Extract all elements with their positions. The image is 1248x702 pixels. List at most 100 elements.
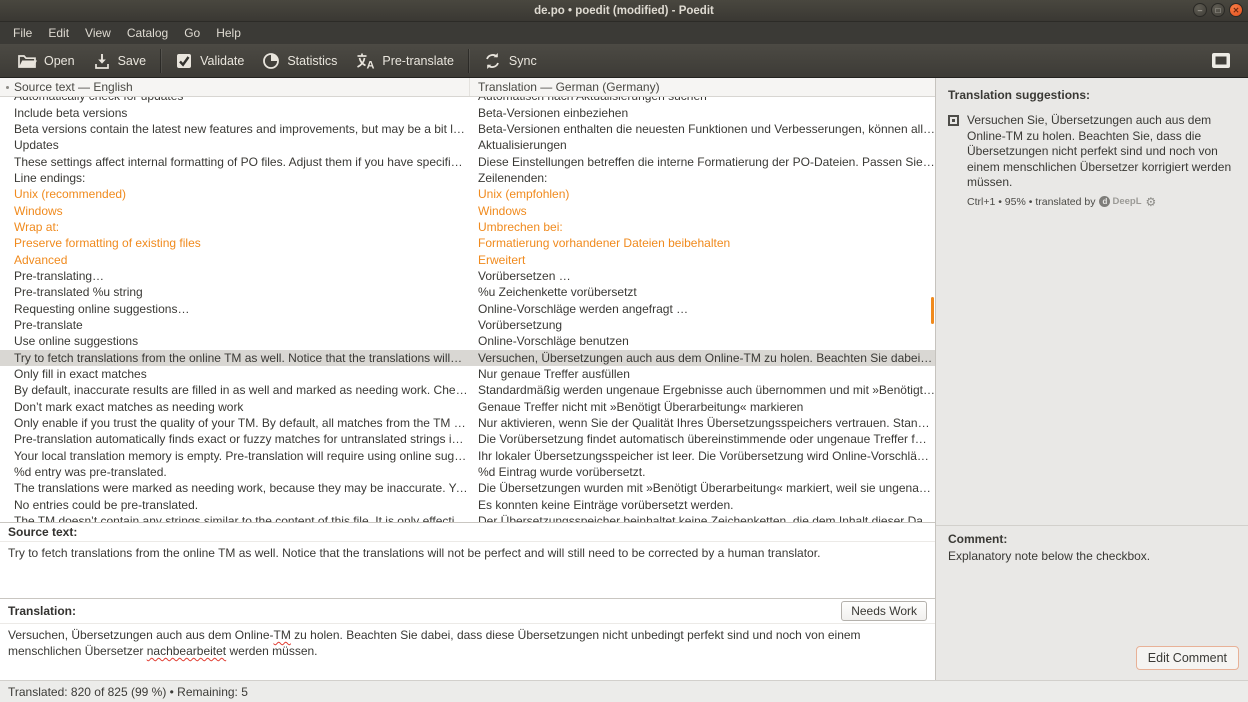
source-cell: Preserve formatting of existing files [0,236,470,250]
source-cell: Windows [0,204,470,218]
suggestions-title: Translation suggestions: [948,88,1239,102]
table-row[interactable]: These settings affect internal formattin… [0,153,935,169]
sync-button[interactable]: Sync [474,47,546,75]
validate-button[interactable]: Validate [166,47,253,75]
source-cell: %d entry was pre-translated. [0,465,470,479]
needs-work-button[interactable]: Needs Work [841,601,927,621]
toolbar-separator [468,49,469,73]
maximize-button[interactable]: □ [1211,3,1225,17]
pre-translate-label: Pre-translate [382,54,454,68]
table-row[interactable]: Don’t mark exact matches as needing work… [0,399,935,415]
statistics-button[interactable]: Statistics [253,47,346,75]
translation-cell: Automatisch nach Aktualisierungen suchen [470,97,935,103]
translation-cell: Windows [470,204,935,218]
string-list[interactable]: Automatically check for updatesAutomatis… [0,97,935,522]
menu-item-catalog[interactable]: Catalog [119,23,176,43]
menu-item-view[interactable]: View [77,23,119,43]
translation-cell: Standardmäßig werden ungenaue Ergebnisse… [470,383,935,397]
translation-cell: Online-Vorschläge werden angefragt … [470,302,935,316]
table-row[interactable]: %d entry was pre-translated.%d Eintrag w… [0,464,935,480]
svg-text:A: A [367,59,375,70]
misspelled-word: TM [274,628,291,642]
table-row[interactable]: Requesting online suggestions…Online-Vor… [0,300,935,316]
validate-icon [175,52,193,70]
sidebar-spacer [948,209,1239,526]
source-cell: The TM doesn’t contain any strings simil… [0,514,470,522]
table-row[interactable]: Try to fetch translations from the onlin… [0,350,935,366]
suggestion-source-icon [948,115,959,126]
table-row[interactable]: Your local translation memory is empty. … [0,448,935,464]
statistics-icon [262,52,280,70]
translation-cell: %d Eintrag wurde vorübersetzt. [470,465,935,479]
translation-panel: Translation: Needs Work Versuchen, Übers… [0,598,935,680]
table-row[interactable]: Pre-translated %u string%u Zeichenkette … [0,284,935,300]
table-row[interactable]: Wrap at:Umbrechen bei: [0,219,935,235]
save-button[interactable]: Save [84,47,156,75]
menu-item-edit[interactable]: Edit [40,23,77,43]
sidebar-toggle-button[interactable] [1202,47,1240,74]
table-row[interactable]: The translations were marked as needing … [0,480,935,496]
editor-pane: Source text — English Translation — Germ… [0,78,936,680]
column-header-source[interactable]: Source text — English [0,78,470,96]
translation-cell: Es konnten keine Einträge vorübersetzt w… [470,498,935,512]
window-controls: ‒ □ ✕ [1193,3,1243,17]
table-row[interactable]: WindowsWindows [0,202,935,218]
edit-comment-button[interactable]: Edit Comment [1136,646,1239,670]
column-header-translation[interactable]: Translation — German (Germany) [470,80,935,94]
sync-icon [483,52,502,70]
table-row[interactable]: Pre-translateVorübersetzung [0,317,935,333]
table-row[interactable]: AdvancedErweitert [0,251,935,267]
source-cell: Unix (recommended) [0,187,470,201]
source-text-label: Source text: [8,525,77,539]
suggestion-item[interactable]: Versuchen Sie, Übersetzungen auch aus de… [948,113,1239,191]
translation-cell: Vorübersetzung [470,318,935,332]
source-cell: Pre-translating… [0,269,470,283]
table-row[interactable]: Only fill in exact matchesNur genaue Tre… [0,366,935,382]
table-row[interactable]: By default, inaccurate results are fille… [0,382,935,398]
menu-item-help[interactable]: Help [208,23,249,43]
menu-bar: FileEditViewCatalogGoHelp [0,22,1248,44]
sync-label: Sync [509,54,537,68]
translation-cell: %u Zeichenkette vorübersetzt [470,285,935,299]
source-cell: Requesting online suggestions… [0,302,470,316]
menu-item-go[interactable]: Go [176,23,208,43]
table-row[interactable]: Preserve formatting of existing filesFor… [0,235,935,251]
table-row[interactable]: Automatically check for updatesAutomatis… [0,97,935,104]
status-bar: Translated: 820 of 825 (99 %) • Remainin… [0,680,1248,702]
source-cell: Include beta versions [0,106,470,120]
pre-translate-icon: A [355,52,375,70]
table-header: Source text — English Translation — Germ… [0,78,935,97]
table-row[interactable]: Line endings:Zeilenenden: [0,170,935,186]
table-row[interactable]: Only enable if you trust the quality of … [0,415,935,431]
source-cell: These settings affect internal formattin… [0,155,470,169]
table-row[interactable]: Include beta versionsBeta-Versionen einb… [0,104,935,120]
vertical-scrollbar[interactable] [931,297,934,324]
table-row[interactable]: The TM doesn’t contain any strings simil… [0,513,935,522]
table-row[interactable]: Beta versions contain the latest new fea… [0,121,935,137]
source-cell: Line endings: [0,171,470,185]
suggestion-meta: Ctrl+1 • 95% • translated by d DeepL ⚙ [967,195,1239,209]
pre-translate-button[interactable]: A Pre-translate [346,47,463,75]
table-row[interactable]: Pre-translation automatically finds exac… [0,431,935,447]
source-cell: Use online suggestions [0,334,470,348]
translation-text[interactable]: Versuchen, Übersetzungen auch aus dem On… [0,624,935,662]
table-row[interactable]: Pre-translating…Vorübersetzen … [0,268,935,284]
close-button[interactable]: ✕ [1229,3,1243,17]
source-text-content: Try to fetch translations from the onlin… [0,542,935,564]
gear-icon[interactable]: ⚙ [1146,195,1157,209]
translation-cell: Diese Einstellungen betreffen die intern… [470,155,935,169]
table-row[interactable]: Use online suggestionsOnline-Vorschläge … [0,333,935,349]
open-button[interactable]: Open [8,47,84,75]
translation-cell: Umbrechen bei: [470,220,935,234]
window-title: de.po • poedit (modified) - Poedit [534,5,714,17]
translation-cell: Vorübersetzen … [470,269,935,283]
table-row[interactable]: Unix (recommended)Unix (empfohlen) [0,186,935,202]
table-row[interactable]: UpdatesAktualisierungen [0,137,935,153]
minimize-button[interactable]: ‒ [1193,3,1207,17]
open-label: Open [44,54,75,68]
translation-label: Translation: [8,604,76,618]
source-cell: Advanced [0,253,470,267]
menu-item-file[interactable]: File [5,23,40,43]
table-row[interactable]: No entries could be pre-translated.Es ko… [0,497,935,513]
source-cell: Pre-translate [0,318,470,332]
